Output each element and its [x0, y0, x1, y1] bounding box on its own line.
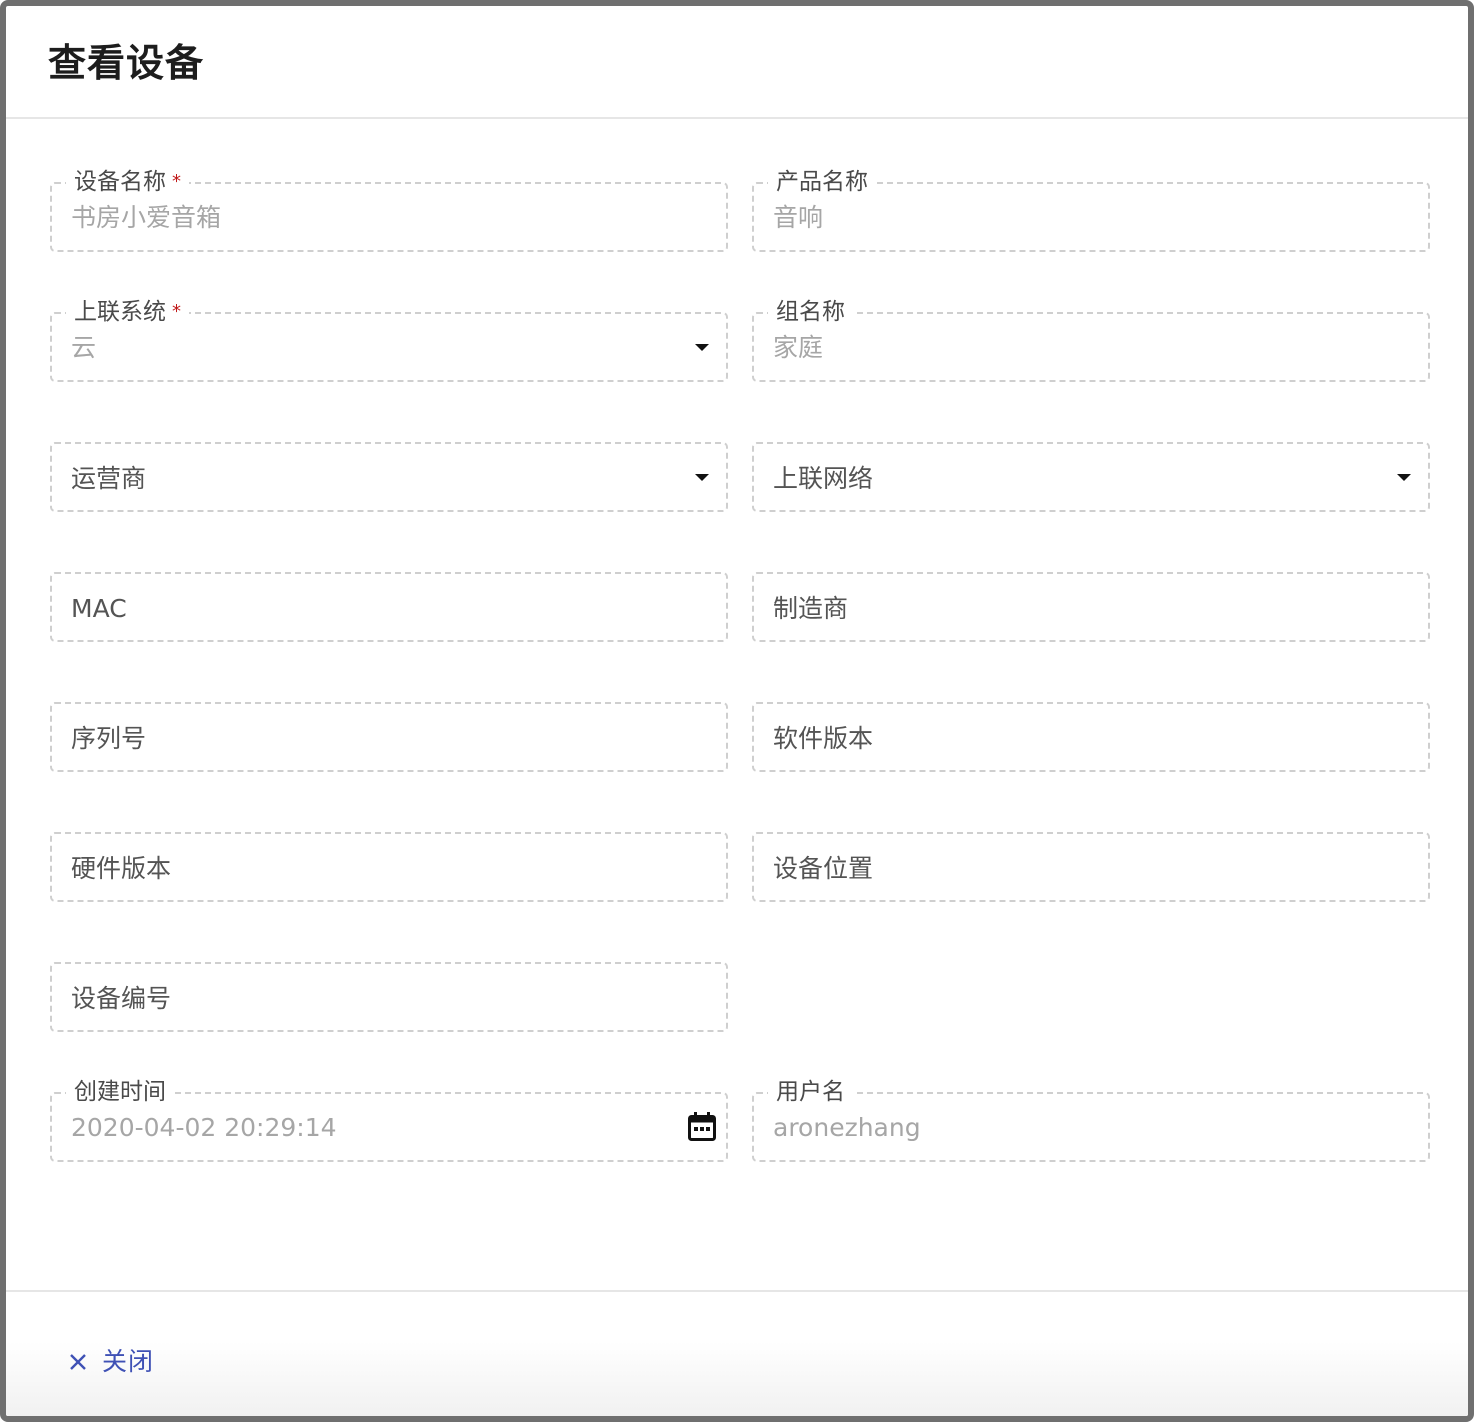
group-name-value: 家庭 — [773, 333, 824, 362]
serial-number-placeholder: 序列号 — [71, 724, 147, 753]
created-time-field[interactable]: 创建时间 2020-04-02 20:29:14 — [50, 1077, 728, 1162]
calendar-icon[interactable] — [688, 1112, 716, 1142]
operator-placeholder: 运营商 — [71, 464, 147, 493]
software-version-placeholder: 软件版本 — [773, 724, 874, 753]
uplink-system-value: 云 — [71, 333, 97, 362]
operator-select[interactable]: 运营商 — [50, 442, 728, 512]
caret-down-icon[interactable] — [695, 474, 709, 481]
product-name-label: 产品名称 — [768, 167, 876, 197]
caret-down-icon[interactable] — [695, 344, 709, 351]
dialog-footer: 关闭 — [6, 1290, 1468, 1416]
device-name-field[interactable]: 设备名称 * 书房小爱音箱 — [50, 167, 728, 252]
created-time-value: 2020-04-02 20:29:14 — [71, 1113, 337, 1142]
close-button-label: 关闭 — [102, 1347, 155, 1376]
required-marker: * — [172, 301, 181, 322]
mac-placeholder: MAC — [71, 594, 127, 623]
product-name-value: 音响 — [773, 203, 824, 232]
device-name-label: 设备名称 * — [66, 167, 189, 197]
dialog-title: 查看设备 — [48, 41, 205, 85]
product-name-field[interactable]: 产品名称 音响 — [752, 167, 1430, 252]
username-field[interactable]: 用户名 aronezhang — [752, 1077, 1430, 1162]
mac-input[interactable]: MAC — [50, 572, 728, 642]
uplink-system-select[interactable]: 上联系统 * 云 — [50, 297, 728, 382]
uplink-network-placeholder: 上联网络 — [773, 464, 874, 493]
manufacturer-placeholder: 制造商 — [773, 594, 849, 623]
device-location-input[interactable]: 设备位置 — [752, 832, 1430, 902]
group-name-label: 组名称 — [768, 297, 853, 327]
hardware-version-placeholder: 硬件版本 — [71, 854, 172, 883]
close-button[interactable]: 关闭 — [68, 1342, 154, 1378]
device-name-value: 书房小爱音箱 — [71, 203, 222, 232]
required-marker: * — [172, 171, 181, 192]
close-icon — [70, 1354, 86, 1370]
device-number-input[interactable]: 设备编号 — [50, 962, 728, 1032]
username-value: aronezhang — [773, 1113, 921, 1142]
uplink-network-select[interactable]: 上联网络 — [752, 442, 1430, 512]
device-number-placeholder: 设备编号 — [71, 984, 172, 1013]
serial-number-input[interactable]: 序列号 — [50, 702, 728, 772]
group-name-field[interactable]: 组名称 家庭 — [752, 297, 1430, 382]
dialog-header: 查看设备 — [6, 6, 1468, 119]
device-location-placeholder: 设备位置 — [773, 854, 874, 883]
hardware-version-input[interactable]: 硬件版本 — [50, 832, 728, 902]
username-label: 用户名 — [768, 1077, 853, 1107]
caret-down-icon[interactable] — [1397, 474, 1411, 481]
software-version-input[interactable]: 软件版本 — [752, 702, 1430, 772]
view-device-dialog: 查看设备 设备名称 * 书房小爱音箱 产品名称 音响 上联系统 * 云 组名称 家庭… — [0, 0, 1474, 1422]
created-time-label: 创建时间 — [66, 1077, 174, 1107]
manufacturer-input[interactable]: 制造商 — [752, 572, 1430, 642]
uplink-system-label: 上联系统 * — [66, 297, 189, 327]
